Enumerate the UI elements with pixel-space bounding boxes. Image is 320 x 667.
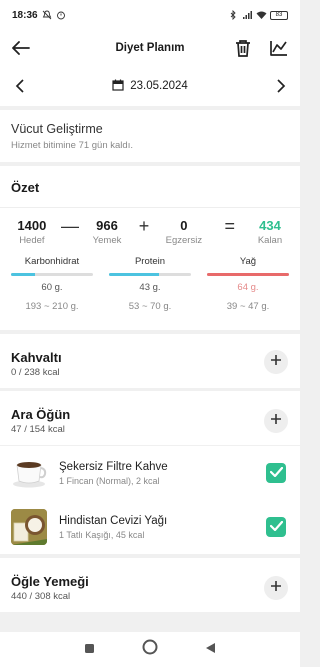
food-value: 966: [96, 218, 118, 233]
coconut-oil-icon: [11, 509, 47, 545]
macro-progress-fill: [109, 273, 160, 276]
meal-lunch[interactable]: Öğle Yemeği 440 / 308 kcal: [0, 558, 300, 612]
program-name: Vücut Geliştirme: [11, 122, 103, 136]
meal-title: Öğle Yemeği: [11, 574, 89, 589]
summary-heading: Özet: [11, 180, 40, 195]
food-desc: 1 Fincan (Normal), 2 kcal: [59, 475, 160, 486]
meal-title: Ara Öğün: [11, 407, 71, 422]
macro-progress-fill: [207, 273, 289, 276]
date-picker[interactable]: 23.05.2024: [112, 79, 188, 94]
macro-amount: 60 g.: [41, 282, 63, 293]
bluetooth-icon: [228, 9, 238, 21]
signal-icon: [242, 10, 252, 20]
food-checkbox[interactable]: [266, 517, 286, 537]
plus-icon: [270, 353, 282, 371]
program-card[interactable]: Vücut Geliştirme Hizmet bitimine 71 gün …: [0, 110, 300, 162]
macro-name: Yağ: [239, 256, 257, 267]
remaining-value: 434: [259, 218, 281, 233]
battery-icon: 83: [270, 10, 288, 20]
food-total: 966 Yemek: [83, 218, 130, 246]
target-value: 1400: [17, 218, 47, 233]
date-navigator: 23.05.2024: [0, 66, 300, 106]
macro-range: 53 ~ 70 g.: [128, 301, 172, 312]
macro-range: 193 ~ 210 g.: [25, 301, 79, 312]
next-day-chevron-icon[interactable]: [270, 75, 292, 97]
status-time: 18:36: [12, 9, 38, 21]
plus-icon: [270, 412, 282, 430]
meal-kcal: 47 / 154 kcal: [11, 424, 65, 435]
home-circle-icon[interactable]: [142, 639, 158, 660]
food-name: Şekersiz Filtre Kahve: [59, 460, 168, 473]
meal-breakfast[interactable]: Kahvaltı 0 / 238 kcal: [0, 334, 300, 388]
macro-name: Karbonhidrat: [24, 256, 80, 267]
macro-amount: 43 g.: [139, 282, 161, 293]
macro-progress-bar: [11, 273, 93, 276]
add-food-button[interactable]: [264, 576, 288, 600]
alarm-icon: [56, 10, 66, 20]
meal-kcal: 0 / 238 kcal: [11, 367, 60, 378]
add-food-button[interactable]: [264, 350, 288, 374]
macro-range: 39 ~ 47 g.: [226, 301, 270, 312]
recents-square-icon[interactable]: [84, 641, 95, 659]
equals-sign: =: [224, 216, 235, 236]
food-info: Hindistan Cevizi Yağı 1 Tatlı Kaşığı, 45…: [59, 515, 167, 540]
food-item[interactable]: Şekersiz Filtre Kahve 1 Fincan (Normal),…: [0, 446, 300, 500]
macro-progress-bar: [207, 273, 289, 276]
remaining-label: Kalan: [257, 235, 283, 246]
exercise-value: 0: [180, 218, 188, 233]
chart-icon[interactable]: [268, 37, 290, 59]
calorie-totals: 1400 Hedef — 966 Yemek + 0 Egzersiz = 43…: [11, 216, 289, 246]
wifi-icon: [256, 10, 267, 20]
macro-amount: 64 g.: [237, 282, 259, 293]
food-label: Yemek: [92, 235, 122, 246]
minus-sign: —: [61, 216, 80, 236]
food-info: Şekersiz Filtre Kahve 1 Fincan (Normal),…: [59, 461, 168, 486]
trash-icon[interactable]: [232, 37, 254, 59]
program-remaining: Hizmet bitimine 71 gün kaldı.: [11, 140, 133, 151]
check-icon: [269, 464, 283, 482]
prev-day-chevron-icon[interactable]: [8, 75, 30, 97]
plus-sign: +: [138, 216, 150, 236]
macro-carbs: Karbonhidrat 60 g. 193 ~ 210 g.: [11, 256, 93, 312]
plus-icon: [270, 579, 282, 597]
exercise-total: 0 Egzersiz: [157, 218, 210, 246]
back-triangle-icon[interactable]: [205, 641, 216, 659]
battery-level: 83: [275, 12, 283, 18]
status-bar: 18:36 83: [0, 0, 300, 30]
meal-title: Kahvaltı: [11, 350, 62, 365]
back-arrow-icon[interactable]: [10, 37, 32, 59]
check-icon: [269, 518, 283, 536]
summary-card: Özet 1400 Hedef — 966 Yemek + 0 Egzersiz…: [0, 166, 300, 330]
meal-snack[interactable]: Ara Öğün 47 / 154 kcal: [0, 391, 300, 445]
food-name: Hindistan Cevizi Yağı: [59, 514, 168, 527]
macro-progress-bar: [109, 273, 191, 276]
macro-breakdown: Karbonhidrat 60 g. 193 ~ 210 g. Protein …: [11, 256, 289, 312]
coffee-cup-icon: [11, 455, 47, 491]
food-item[interactable]: Hindistan Cevizi Yağı 1 Tatlı Kaşığı, 45…: [0, 500, 300, 554]
selected-date: 23.05.2024: [130, 80, 188, 92]
meal-kcal: 440 / 308 kcal: [11, 591, 71, 602]
macro-protein: Protein 43 g. 53 ~ 70 g.: [109, 256, 191, 312]
macro-name: Protein: [134, 256, 166, 267]
calendar-icon: [112, 79, 124, 94]
summary-divider: [0, 207, 300, 208]
food-desc: 1 Tatlı Kaşığı, 45 kcal: [59, 529, 145, 540]
remaining-total: 434 Kalan: [251, 218, 289, 246]
app-bar: Diyet Planım: [0, 30, 300, 66]
food-checkbox[interactable]: [266, 463, 286, 483]
system-nav-bar: [0, 632, 300, 667]
exercise-label: Egzersiz: [165, 235, 203, 246]
mute-icon: [42, 10, 52, 20]
macro-progress-fill: [11, 273, 35, 276]
target-total: 1400 Hedef: [11, 218, 53, 246]
macro-fat: Yağ 64 g. 39 ~ 47 g.: [207, 256, 289, 312]
add-food-button[interactable]: [264, 409, 288, 433]
target-label: Hedef: [19, 235, 45, 246]
